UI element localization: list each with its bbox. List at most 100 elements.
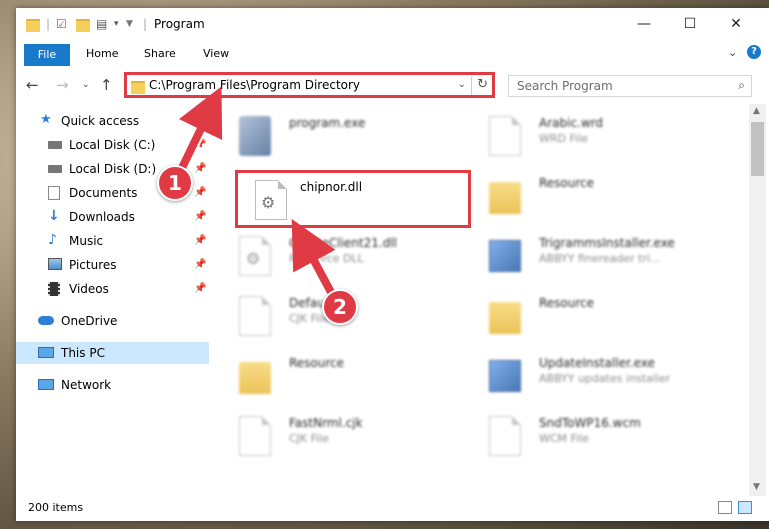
dropdown-icon[interactable]: ▼	[126, 19, 133, 35]
videos-icon	[48, 282, 60, 296]
scrollbar-thumb[interactable]	[751, 122, 764, 176]
chevron-down-icon[interactable]: ⌄	[458, 79, 466, 90]
file-item[interactable]: UpdateInstaller.exe ABBYY updates instal…	[461, 350, 701, 406]
file-item[interactable]: Resource	[461, 170, 701, 226]
close-button[interactable]: ✕	[713, 8, 759, 40]
file-type: ABBYY updates installer	[539, 372, 671, 385]
maximize-button[interactable]: ☐	[667, 8, 713, 40]
file-item[interactable]: TrigrammsInstaller.exe ABBYY finereader …	[461, 230, 701, 286]
sidebar-item-local-disk-c[interactable]: Local Disk (C:) 📌	[16, 134, 209, 156]
folder-icon	[489, 182, 521, 214]
pin-icon[interactable]: 📌	[194, 182, 206, 204]
sidebar-item-videos[interactable]: Videos 📌	[16, 278, 209, 300]
up-arrow-icon[interactable]: ↑	[100, 76, 113, 94]
recent-locations-icon[interactable]: ⌄	[82, 80, 90, 90]
pin-icon[interactable]: 📌	[194, 254, 206, 276]
sidebar-item-label: OneDrive	[61, 314, 118, 328]
file-name: FastNrml.cjk	[289, 416, 363, 430]
file-item[interactable]: Resource	[461, 290, 701, 346]
sidebar-item-music[interactable]: ♪ Music 📌	[16, 230, 209, 252]
customize-toolbar-icon[interactable]: ▾	[114, 19, 119, 35]
folder-icon	[239, 362, 271, 394]
ribbon: File Home Share View ⌄ ?	[16, 40, 769, 69]
minimize-button[interactable]: —	[621, 8, 667, 40]
title-bar: | ☑ ▤ ▾ ▼ | Program — ☐ ✕	[16, 8, 769, 40]
tab-view[interactable]: View	[203, 45, 229, 63]
search-icon[interactable]: ⌕	[738, 78, 745, 93]
documents-icon	[48, 186, 60, 200]
sidebar-item-onedrive[interactable]: OneDrive	[16, 310, 209, 332]
document-icon	[239, 296, 271, 336]
document-icon	[239, 416, 271, 456]
pin-icon[interactable]: 📌	[194, 278, 206, 300]
file-type: WRD File	[539, 132, 588, 145]
back-arrow-icon[interactable]: ←	[26, 76, 39, 94]
file-item[interactable]: program.exe	[211, 110, 451, 166]
file-name: SndToWP16.wcm	[539, 416, 641, 430]
sidebar-item-downloads[interactable]: ↓ Downloads 📌	[16, 206, 209, 228]
window-title: Program	[154, 17, 205, 31]
sidebar-item-pictures[interactable]: Pictures 📌	[16, 254, 209, 276]
sidebar-item-network[interactable]: Network	[16, 374, 209, 396]
file-type: WCM File	[539, 432, 589, 445]
rename-icon[interactable]: ▤	[96, 17, 107, 33]
search-box[interactable]: Search Program ⌕	[508, 75, 752, 97]
tab-home[interactable]: Home	[86, 45, 118, 63]
vertical-scrollbar[interactable]: ▲ ▼	[749, 104, 766, 496]
sidebar-item-this-pc[interactable]: This PC	[16, 342, 209, 364]
pictures-icon	[48, 258, 62, 270]
step-badge-2: 2	[322, 289, 358, 325]
address-path[interactable]: C:\Program Files\Program Directory	[149, 78, 360, 92]
details-view-icon[interactable]	[718, 501, 732, 514]
folder-icon	[489, 302, 521, 334]
network-icon	[38, 379, 54, 390]
file-name: TrigrammsInstaller.exe	[539, 236, 675, 250]
pin-icon[interactable]: 📌	[194, 206, 206, 228]
dll-gear-icon: ⚙	[239, 236, 271, 276]
file-list: program.exe Arabic.wrd WRD File ⚙ chipno…	[211, 104, 749, 496]
file-item[interactable]: SndToWP16.wcm WCM File	[461, 410, 701, 466]
star-icon: ★	[40, 112, 52, 127]
sidebar-item-label: Videos	[69, 282, 109, 296]
sidebar-item-label: Downloads	[69, 210, 135, 224]
pin-icon[interactable]: 📌	[194, 230, 206, 252]
scroll-down-icon[interactable]: ▼	[753, 482, 760, 492]
tab-share[interactable]: Share	[144, 45, 176, 63]
item-count: 200 items	[28, 501, 84, 514]
forward-arrow-icon[interactable]: →	[56, 76, 69, 94]
chevron-down-icon[interactable]: ⌄	[728, 46, 737, 59]
file-name: Resource	[539, 296, 595, 310]
refresh-icon[interactable]: ↻	[477, 77, 488, 92]
file-name: program.exe	[289, 116, 366, 130]
properties-icon[interactable]: ☑	[56, 17, 67, 33]
navigation-pane: ★ Quick access Local Disk (C:) 📌 Local D…	[16, 108, 211, 488]
file-name: Resource	[539, 176, 595, 190]
search-placeholder[interactable]: Search Program	[517, 79, 613, 93]
download-icon: ↓	[48, 208, 60, 224]
pin-icon[interactable]: 📌	[194, 134, 206, 156]
large-icons-view-icon[interactable]	[738, 501, 752, 514]
address-bar[interactable]: C:\Program Files\Program Directory ⌄ ↻	[124, 72, 495, 98]
sidebar-item-label: Music	[69, 234, 104, 248]
file-name: CreateClient21.dll	[289, 236, 397, 250]
file-type: CJK File	[289, 432, 330, 445]
help-icon[interactable]: ?	[747, 45, 761, 59]
sidebar-item-label: Pictures	[69, 258, 117, 272]
installer-icon	[489, 240, 521, 272]
sidebar-item-label: Local Disk (C:)	[69, 138, 156, 152]
step-badge-1: 1	[157, 165, 193, 201]
separator: |	[143, 17, 148, 31]
pin-icon[interactable]: 📌	[194, 158, 206, 180]
new-folder-icon[interactable]	[76, 19, 90, 32]
sidebar-item-quick-access[interactable]: ★ Quick access	[16, 110, 209, 132]
scroll-up-icon[interactable]: ▲	[753, 106, 760, 116]
file-item[interactable]: Resource	[211, 350, 451, 406]
cloud-icon	[38, 316, 54, 325]
sidebar-item-label: Quick access	[61, 114, 140, 128]
tab-file[interactable]: File	[24, 44, 70, 66]
document-icon	[489, 116, 521, 156]
installer-icon	[489, 360, 521, 392]
file-item[interactable]: Arabic.wrd WRD File	[461, 110, 701, 166]
file-item[interactable]: ⚙ CreateClient21.dll Resource DLL	[211, 230, 451, 286]
file-item[interactable]: FastNrml.cjk CJK File	[211, 410, 451, 466]
